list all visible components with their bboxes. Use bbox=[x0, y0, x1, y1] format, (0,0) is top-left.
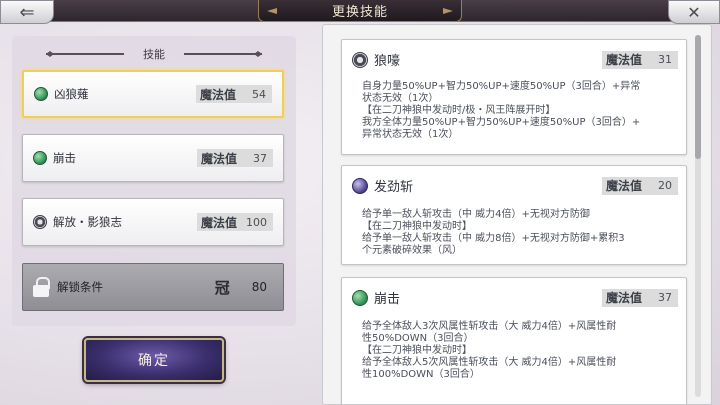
mana-cost: 魔法值 37 bbox=[602, 288, 678, 307]
skill-slot-2[interactable]: 崩击 魔法值 37 bbox=[22, 134, 284, 182]
mana-value: 100 bbox=[246, 215, 267, 229]
green-orb-icon bbox=[352, 289, 368, 306]
skills-title: 技能 bbox=[143, 48, 165, 61]
skills-header: 技能 bbox=[12, 44, 296, 64]
desc-line: 给予单一敌人斩攻击（中 威力8倍）+无视对方防御+累积3 bbox=[362, 233, 625, 244]
detail-description: 给予单一敌人斩攻击（中 威力4倍）+无视对方防御 【在二刀神狼中发动时】 给予单… bbox=[342, 195, 686, 257]
mana-label: 魔法值 bbox=[201, 151, 238, 166]
mana-label: 魔法值 bbox=[606, 179, 643, 193]
desc-line: 给予全体敌人3次风属性斩攻击（大 威力4倍）+风属性耐 bbox=[362, 321, 617, 332]
purple-orb-icon bbox=[352, 177, 368, 194]
detail-skill-name: 发劲斩 bbox=[374, 180, 414, 195]
detail-card-1: 狼嚎 魔法值 31 自身力量50%UP+智力50%UP+速度50%UP（3回合）… bbox=[341, 39, 687, 155]
ornament-left bbox=[46, 51, 124, 57]
desc-line: 我方全体力量50%UP+智力50%UP+速度50%UP（3回合）+ bbox=[362, 117, 641, 128]
mana-label: 魔法值 bbox=[201, 215, 238, 230]
detail-description: 自身力量50%UP+智力50%UP+速度50%UP（3回合）+异常 状态无效（1… bbox=[342, 69, 686, 141]
skill-detail-panel[interactable]: 狼嚎 魔法值 31 自身力量50%UP+智力50%UP+速度50%UP（3回合）… bbox=[322, 24, 712, 405]
detail-skill-name: 崩击 bbox=[374, 292, 401, 307]
green-orb-icon bbox=[34, 87, 48, 101]
desc-line: 个元素破碎效果（风） bbox=[362, 245, 462, 256]
lock-icon bbox=[33, 277, 50, 297]
crown-icon: 冠 bbox=[214, 278, 230, 297]
mana-value: 37 bbox=[658, 291, 672, 304]
skill-name: 凶狼薙 bbox=[54, 87, 89, 101]
unlock-value: 80 bbox=[251, 280, 267, 294]
crest-icon bbox=[352, 51, 368, 68]
page-title: 更换技能 bbox=[258, 0, 462, 22]
desc-line: 给予全体敌人5次风属性斩攻击（大 威力4倍）+风属性耐 bbox=[362, 357, 617, 368]
desc-line: 性50%DOWN（3回合） bbox=[362, 333, 474, 344]
detail-card-3: 崩击 魔法值 37 给予全体敌人3次风属性斩攻击（大 威力4倍）+风属性耐 性5… bbox=[341, 277, 687, 404]
unlock-condition-slot[interactable]: 解锁条件 冠 80 bbox=[22, 263, 284, 311]
green-orb-icon bbox=[33, 151, 47, 165]
confirm-button[interactable]: 确定 bbox=[84, 338, 224, 382]
desc-line: 异常状态无效（1次） bbox=[362, 129, 459, 140]
mana-value: 31 bbox=[658, 53, 672, 66]
skill-name: 崩击 bbox=[53, 151, 76, 165]
crest-icon bbox=[33, 215, 47, 229]
mana-cost: 魔法值 31 bbox=[602, 50, 678, 69]
desc-line: 【在二刀神狼中发动时】 bbox=[362, 221, 472, 232]
detail-card-2: 发劲斩 魔法值 20 给予单一敌人斩攻击（中 威力4倍）+无视对方防御 【在二刀… bbox=[341, 165, 687, 265]
mana-value: 37 bbox=[253, 151, 267, 165]
scrollbar-thumb[interactable] bbox=[695, 35, 701, 159]
back-button[interactable]: ⇐ bbox=[0, 0, 54, 24]
skill-list-panel: 技能 凶狼薙 魔法值 54 崩击 魔法值 37 解放・影狼志 魔法值 100 解… bbox=[12, 36, 296, 326]
skill-slot-3[interactable]: 解放・影狼志 魔法值 100 bbox=[22, 198, 284, 246]
detail-description: 给予全体敌人3次风属性斩攻击（大 威力4倍）+风属性耐 性50%DOWN（3回合… bbox=[342, 307, 686, 381]
close-button[interactable]: ✕ bbox=[668, 0, 720, 24]
desc-line: 性100%DOWN（3回合） bbox=[362, 369, 480, 380]
mana-value: 20 bbox=[658, 179, 672, 192]
mana-value: 54 bbox=[252, 87, 266, 101]
page-title-text: 更换技能 bbox=[331, 5, 388, 20]
unlock-label: 解锁条件 bbox=[57, 280, 103, 294]
desc-line: 【在二刀神狼中发动时】 bbox=[362, 345, 472, 356]
close-icon: ✕ bbox=[687, 2, 701, 22]
mana-cost: 魔法值 37 bbox=[197, 149, 273, 167]
mana-label: 魔法值 bbox=[200, 87, 237, 102]
back-arrow-icon: ⇐ bbox=[19, 1, 35, 23]
desc-line: 自身力量50%UP+智力50%UP+速度50%UP（3回合）+异常 bbox=[362, 81, 641, 92]
skill-slot-1[interactable]: 凶狼薙 魔法值 54 bbox=[22, 70, 284, 118]
mana-cost: 魔法值 54 bbox=[196, 85, 272, 103]
desc-line: 给予单一敌人斩攻击（中 威力4倍）+无视对方防御 bbox=[362, 209, 590, 220]
mana-label: 魔法值 bbox=[606, 291, 643, 305]
desc-line: 【在二刀神狼中发动时/极・风王阵展开时】 bbox=[362, 105, 556, 116]
scrollbar[interactable] bbox=[695, 35, 701, 397]
ornament-right bbox=[184, 51, 262, 57]
mana-cost: 魔法值 100 bbox=[197, 213, 273, 231]
confirm-label: 确定 bbox=[138, 353, 170, 369]
desc-line: 状态无效（1次） bbox=[362, 93, 439, 104]
skill-name: 解放・影狼志 bbox=[53, 215, 122, 229]
mana-cost: 魔法值 20 bbox=[602, 176, 678, 195]
mana-label: 魔法值 bbox=[606, 53, 643, 67]
detail-skill-name: 狼嚎 bbox=[374, 54, 401, 69]
